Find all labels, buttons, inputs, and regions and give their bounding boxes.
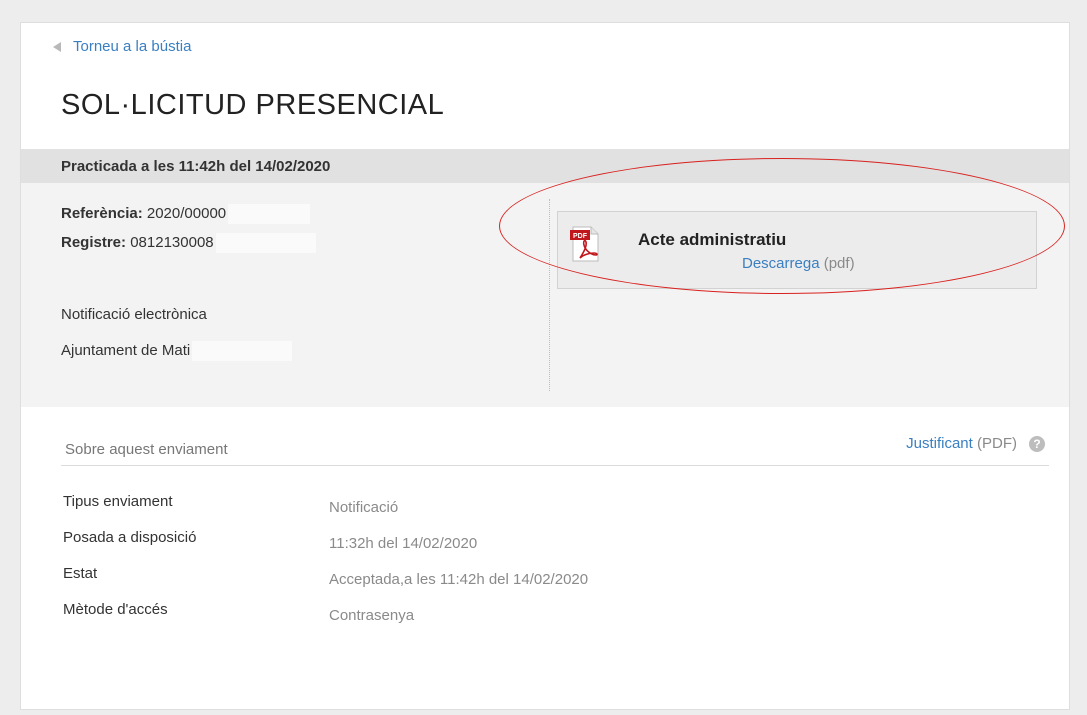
detail-value: Notificació xyxy=(329,499,399,516)
referencia-label: Referència: xyxy=(61,204,143,222)
back-to-mailbox-link[interactable]: Torneu a la bústia xyxy=(53,38,191,55)
detail-row: Tipus enviament Notificació xyxy=(61,493,961,529)
detail-row: Posada a disposició 11:32h del 14/02/202… xyxy=(61,529,961,565)
detail-row: Estat Acceptada,a les 11:42h del 14/02/2… xyxy=(61,565,961,601)
referencia-line: Referència: 2020/00000 xyxy=(61,204,311,224)
notification-type: Notificació electrònica xyxy=(61,306,207,323)
section-header: Sobre aquest enviament Justificant (PDF)… xyxy=(61,435,1049,466)
summary-area: Practicada a les 11:42h del 14/02/2020 R… xyxy=(21,149,1069,407)
details-list: Tipus enviament Notificació Posada a dis… xyxy=(61,493,961,637)
pdf-file-icon: PDF xyxy=(570,226,599,262)
justificant-group: Justificant (PDF) ? xyxy=(906,435,1045,452)
detail-row: Mètode d'accés Contrasenya xyxy=(61,601,961,637)
redaction-mask xyxy=(192,341,293,361)
referencia-value: 2020/00000 xyxy=(146,204,227,222)
vertical-divider xyxy=(549,199,550,391)
detail-label: Posada a disposició xyxy=(63,529,197,546)
detail-value: 11:32h del 14/02/2020 xyxy=(329,535,478,552)
detail-value: Contrasenya xyxy=(329,607,415,624)
section-title: Sobre aquest enviament xyxy=(65,441,228,458)
back-link-label[interactable]: Torneu a la bústia xyxy=(73,38,191,55)
organisme-name: Ajuntament de Mati xyxy=(61,341,191,359)
registre-value: 0812130008 xyxy=(130,233,214,251)
justificant-format: (PDF) xyxy=(977,435,1017,452)
download-group: Descarrega (pdf) xyxy=(742,255,855,272)
redaction-mask xyxy=(215,233,316,253)
page-title: SOL·LICITUD PRESENCIAL xyxy=(61,89,445,121)
detail-value: Acceptada,a les 11:42h del 14/02/2020 xyxy=(329,571,589,588)
registre-label: Registre: xyxy=(61,233,127,251)
redaction-mask xyxy=(228,204,311,224)
back-arrow-icon xyxy=(53,41,61,52)
document-card[interactable]: PDF Acte administratiu Descarrega (pdf) xyxy=(557,211,1037,289)
download-pdf-link[interactable]: Descarrega xyxy=(742,255,820,272)
pdf-format-label: (pdf) xyxy=(823,255,855,272)
organisme-line: Ajuntament de Mati xyxy=(61,341,293,361)
notification-panel: Torneu a la bústia SOL·LICITUD PRESENCIA… xyxy=(20,22,1070,710)
detail-label: Estat xyxy=(63,565,98,582)
detail-label: Mètode d'accés xyxy=(63,601,168,618)
detail-label: Tipus enviament xyxy=(63,493,173,510)
justificant-link[interactable]: Justificant xyxy=(906,435,973,452)
registre-line: Registre: 0812130008 xyxy=(61,233,316,253)
document-title: Acte administratiu xyxy=(638,230,787,249)
help-icon[interactable]: ? xyxy=(1029,435,1045,452)
svg-text:PDF: PDF xyxy=(573,233,588,240)
practicada-banner: Practicada a les 11:42h del 14/02/2020 xyxy=(21,149,1069,183)
